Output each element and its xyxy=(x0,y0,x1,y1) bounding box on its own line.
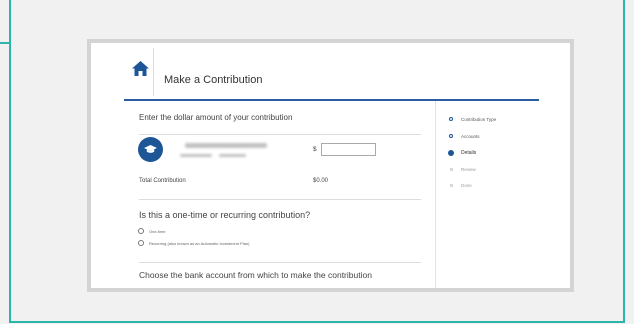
page-title: Make a Contribution xyxy=(164,74,263,86)
contribution-card: Make a Contribution Enter the dollar amo… xyxy=(87,39,574,292)
title-divider xyxy=(153,48,154,96)
highlight-connector xyxy=(0,42,11,44)
radio-button[interactable] xyxy=(138,228,144,234)
step-accounts: Accounts xyxy=(447,132,480,140)
radio-option-one-time[interactable]: One-time xyxy=(138,228,165,234)
currency-symbol: $ xyxy=(313,146,317,153)
account-name-redacted xyxy=(185,143,267,148)
step-upcoming-icon xyxy=(449,167,453,171)
step-done: Done xyxy=(447,181,472,189)
step-label: Review xyxy=(461,166,476,172)
step-label: Details xyxy=(461,150,477,156)
home-icon[interactable] xyxy=(132,61,149,76)
radio-label: One-time xyxy=(149,228,166,234)
account-number-redacted xyxy=(180,154,212,157)
step-current-icon xyxy=(448,150,454,156)
step-label: Done xyxy=(461,182,472,188)
frequency-section-title: Is this a one-time or recurring contribu… xyxy=(139,210,311,220)
amount-section-title: Enter the dollar amount of your contribu… xyxy=(139,113,293,122)
header-rule xyxy=(124,99,539,101)
step-complete-icon xyxy=(449,117,453,121)
step-label: Contribution Type xyxy=(461,116,497,122)
step-upcoming-icon xyxy=(449,183,453,187)
step-complete-icon xyxy=(449,134,453,138)
stepper-divider xyxy=(435,101,436,288)
step-label: Accounts xyxy=(461,133,480,139)
account-type-redacted xyxy=(219,154,246,157)
step-contribution-type: Contribution Type xyxy=(447,115,496,123)
radio-label: Recurring (also known as an Automatic In… xyxy=(149,240,250,246)
total-contribution-label: Total Contribution xyxy=(139,178,186,184)
divider xyxy=(139,262,421,263)
radio-option-recurring[interactable]: Recurring (also known as an Automatic In… xyxy=(138,240,250,246)
bank-section-title: Choose the bank account from which to ma… xyxy=(139,270,372,280)
contribution-amount-input[interactable] xyxy=(321,143,376,156)
total-contribution-value: $0.00 xyxy=(313,178,329,184)
radio-button[interactable] xyxy=(138,240,144,246)
divider xyxy=(139,134,421,135)
step-review: Review xyxy=(447,165,476,173)
account-avatar xyxy=(138,137,163,162)
divider xyxy=(139,199,421,200)
step-details: Details xyxy=(447,149,476,157)
graduation-cap-icon xyxy=(144,145,157,153)
